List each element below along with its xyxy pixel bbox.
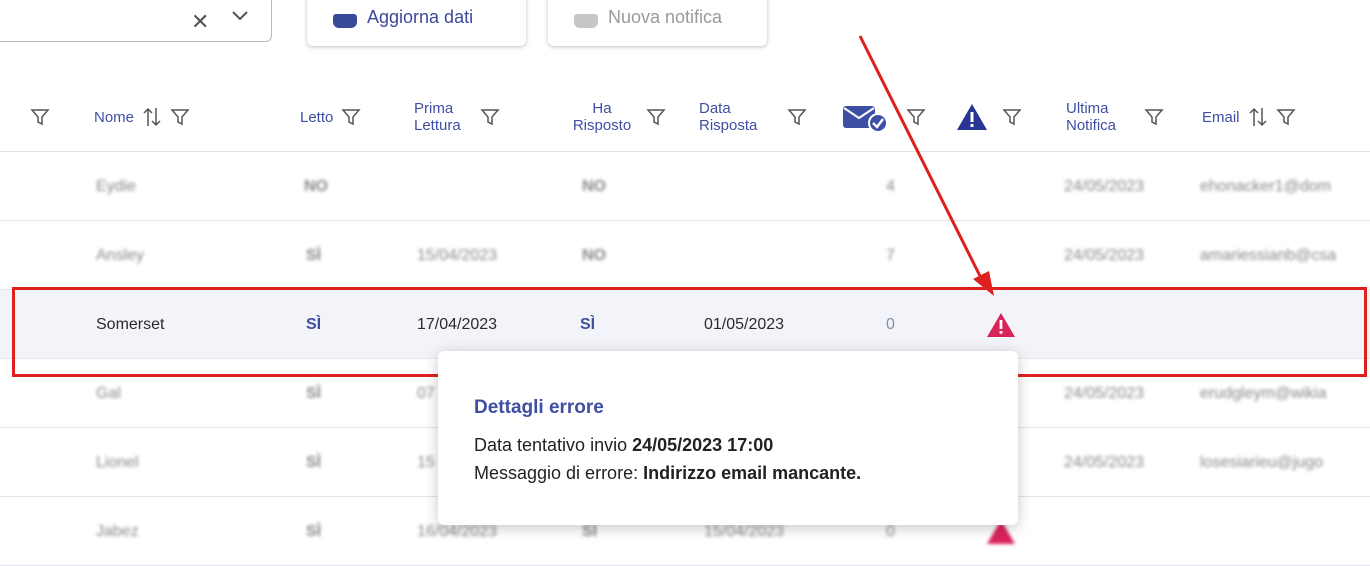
tooltip-send-attempt-label: Data tentativo invio	[474, 435, 633, 455]
cell-nome: Gal	[96, 384, 121, 402]
column-nome: Nome	[94, 82, 190, 152]
tooltip-error-message-label: Messaggio di errore:	[474, 463, 644, 483]
cell-nome: Ansley	[96, 246, 145, 264]
column-data-risposta-label: Data Risposta	[699, 100, 779, 134]
column-email: Email	[1202, 82, 1296, 152]
column-prima-lettura-line2: Lettura	[414, 117, 461, 134]
cell-letto: SÌ	[306, 246, 322, 264]
update-data-label: Aggiorna dati	[367, 7, 474, 27]
cell-nome: Jabez	[96, 522, 139, 540]
filter-icon[interactable]	[646, 107, 666, 127]
error-tooltip: Dettagli errore Data tentativo invio 24/…	[438, 351, 1018, 525]
cell-nome: Somerset	[96, 315, 165, 333]
column-ha-risposto: Ha Risposto	[566, 82, 666, 152]
warning-icon[interactable]	[986, 312, 1016, 338]
cell-ultima-notifica: 24/05/2023	[1064, 453, 1145, 471]
cell-email: amariessianb@csa	[1200, 246, 1337, 264]
cell-warning[interactable]	[986, 290, 1016, 359]
tooltip-title: Dettagli errore	[474, 397, 604, 418]
filter-icon[interactable]	[1275, 107, 1296, 127]
column-letto-label: Letto	[300, 108, 334, 126]
column-ha-risposto-line1: Ha	[592, 100, 612, 117]
cell-letto: SÌ	[306, 522, 322, 540]
tooltip-error-message-value: Indirizzo email mancante.	[643, 463, 862, 483]
table-header: Nome Letto Prima Lettura Ha Risposto Dat…	[0, 82, 1370, 152]
cell-data-risposta: 01/05/2023	[704, 315, 785, 333]
cell-email: ehonacker1@dom	[1200, 177, 1331, 195]
column-data-risposta-line1: Data	[699, 100, 731, 117]
column-select	[30, 82, 50, 152]
cell-ha-risposto: SÌ	[580, 315, 596, 333]
tooltip-error-message: Messaggio di errore: Indirizzo email man…	[474, 463, 861, 484]
tooltip-send-attempt: Data tentativo invio 24/05/2023 17:00	[474, 435, 773, 456]
column-ultima-notifica-label: Ultima Notifica	[1066, 100, 1136, 134]
cell-ultima-notifica: 24/05/2023	[1064, 246, 1145, 264]
column-prima-lettura-line1: Prima	[414, 100, 454, 117]
cell-prima-lettura: 15	[417, 453, 435, 471]
column-ultima-notifica: Ultima Notifica	[1066, 82, 1164, 152]
cell-letto: SÌ	[306, 453, 322, 471]
column-nome-label: Nome	[94, 108, 135, 126]
table-row-selected[interactable]: Somerset SÌ 17/04/2023 SÌ 01/05/2023 0	[0, 290, 1370, 359]
warning-icon	[957, 104, 987, 130]
column-ultima-notifica-line2: Notifica	[1066, 117, 1117, 134]
cell-ha-risposto: NO	[582, 246, 606, 264]
cell-prima-lettura: 15/04/2023	[417, 246, 498, 264]
cell-count: 7	[886, 246, 895, 264]
close-icon[interactable]: ✕	[191, 9, 209, 35]
cell-email: losesiarieu@jugo	[1200, 453, 1323, 471]
column-email-label: Email	[1202, 108, 1240, 126]
filter-icon[interactable]	[170, 107, 190, 127]
column-warning	[956, 82, 1022, 152]
mail-icon	[574, 14, 598, 28]
cell-email: erudgleym@wikia	[1200, 384, 1327, 402]
filter-icon[interactable]	[1144, 107, 1164, 127]
column-sent-count	[842, 82, 926, 152]
filter-icon[interactable]	[30, 107, 50, 127]
cell-nome: Lionel	[96, 453, 139, 471]
cell-ultima-notifica: 24/05/2023	[1064, 177, 1145, 195]
table-row[interactable]: Eydie NO NO 4 24/05/2023 ehonacker1@dom	[0, 152, 1370, 221]
column-prima-lettura: Prima Lettura	[414, 82, 500, 152]
cell-ultima-notifica: 24/05/2023	[1064, 384, 1145, 402]
search-input[interactable]: ✕	[0, 0, 272, 42]
column-data-risposta-line2: Risposta	[699, 117, 758, 134]
column-letto: Letto	[300, 82, 362, 152]
download-icon	[333, 14, 357, 28]
filter-icon[interactable]	[1002, 107, 1022, 127]
cell-prima-lettura: 17/04/2023	[417, 315, 498, 333]
sort-icon[interactable]	[142, 106, 162, 128]
tooltip-send-attempt-value: 24/05/2023 17:00	[632, 435, 774, 455]
chevron-down-icon[interactable]	[232, 11, 248, 21]
update-data-button[interactable]: Aggiorna dati	[307, 0, 526, 46]
cell-ha-risposto: NO	[582, 177, 606, 195]
sort-icon[interactable]	[1248, 106, 1268, 128]
column-data-risposta: Data Risposta	[699, 82, 807, 152]
filter-icon[interactable]	[341, 107, 362, 127]
cell-letto: NO	[304, 177, 328, 195]
cell-nome: Eydie	[96, 177, 137, 195]
column-ha-risposto-line2: Risposto	[572, 117, 632, 134]
filter-icon[interactable]	[787, 107, 807, 127]
cell-count: 0	[886, 315, 895, 333]
cell-letto: SÌ	[306, 384, 322, 402]
filter-icon[interactable]	[480, 107, 500, 127]
column-prima-lettura-label: Prima Lettura	[414, 100, 472, 134]
cell-prima-lettura: 07	[417, 384, 435, 402]
cell-letto: SÌ	[306, 315, 322, 333]
mail-check-icon	[843, 106, 888, 132]
new-notification-label: Nuova notifica	[608, 7, 723, 27]
filter-icon[interactable]	[906, 107, 926, 127]
cell-count: 4	[886, 177, 895, 195]
column-ha-risposto-label: Ha Risposto	[566, 100, 638, 134]
table-row[interactable]: Ansley SÌ 15/04/2023 NO 7 24/05/2023 ama…	[0, 221, 1370, 290]
column-ultima-notifica-line1: Ultima	[1066, 100, 1109, 117]
new-notification-button[interactable]: Nuova notifica	[548, 0, 767, 46]
